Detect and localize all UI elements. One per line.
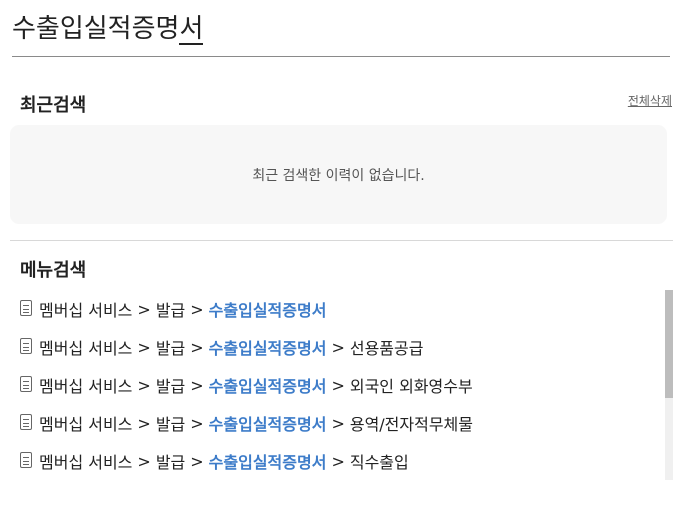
path-separator: > xyxy=(331,337,345,357)
document-icon xyxy=(20,414,32,430)
search-query-cursor-char: 서 xyxy=(179,14,204,45)
path-separator: > xyxy=(331,375,345,395)
document-icon xyxy=(20,300,32,316)
path-separator: > xyxy=(137,299,151,319)
path-match-highlight: 수출입실적증명서 xyxy=(208,339,327,358)
path-level-2: 발급 xyxy=(155,415,186,434)
menu-result-item[interactable]: 멤버십 서비스 > 발급 > 수출입실적증명서 > 외국인 외화영수부 xyxy=(20,366,660,404)
path-level-2: 발급 xyxy=(155,377,186,396)
path-separator: > xyxy=(331,451,345,471)
path-match-highlight: 수출입실적증명서 xyxy=(208,377,327,396)
document-icon xyxy=(20,338,32,354)
path-level-4: 외국인 외화영수부 xyxy=(349,377,473,396)
document-icon xyxy=(20,376,32,392)
path-separator: > xyxy=(137,375,151,395)
path-match-highlight: 수출입실적증명서 xyxy=(208,301,327,320)
search-page: 수출입실적증명서 최근검색 전체삭제 최근 검색한 이력이 없습니다. 메뉴검색… xyxy=(0,0,688,507)
menu-result-item[interactable]: 멤버십 서비스 > 발급 > 수출입실적증명서 > 직수출입 xyxy=(20,442,660,480)
menu-result-item[interactable]: 멤버십 서비스 > 발급 > 수출입실적증명서 > 용역/전자적무체물 xyxy=(20,404,660,442)
menu-result-item[interactable]: 멤버십 서비스 > 발급 > 수출입실적증명서 xyxy=(20,290,660,328)
path-level-1: 멤버십 서비스 xyxy=(39,453,133,472)
path-separator: > xyxy=(190,375,204,395)
path-level-4: 선용품공급 xyxy=(349,339,424,358)
section-divider xyxy=(10,240,673,241)
recent-search-panel: 최근 검색한 이력이 없습니다. xyxy=(10,125,667,224)
scrollbar-thumb[interactable] xyxy=(665,290,673,398)
path-separator: > xyxy=(137,337,151,357)
path-level-2: 발급 xyxy=(155,301,186,320)
clear-all-button[interactable]: 전체삭제 xyxy=(628,92,672,109)
search-bar[interactable]: 수출입실적증명서 xyxy=(12,0,670,57)
path-separator: > xyxy=(190,413,204,433)
path-level-1: 멤버십 서비스 xyxy=(39,415,133,434)
path-level-1: 멤버십 서비스 xyxy=(39,301,133,320)
path-separator: > xyxy=(190,337,204,357)
path-match-highlight: 수출입실적증명서 xyxy=(208,415,327,434)
recent-empty-message: 최근 검색한 이력이 없습니다. xyxy=(252,167,425,184)
menu-result-list: 멤버십 서비스 > 발급 > 수출입실적증명서 멤버십 서비스 > 발급 > 수… xyxy=(20,290,660,480)
menu-result-item[interactable]: 멤버십 서비스 > 발급 > 수출입실적증명서 > 선용품공급 xyxy=(20,328,660,366)
path-level-2: 발급 xyxy=(155,453,186,472)
path-level-4: 직수출입 xyxy=(349,453,409,472)
path-separator: > xyxy=(137,413,151,433)
path-separator: > xyxy=(190,451,204,471)
path-level-1: 멤버십 서비스 xyxy=(39,377,133,396)
path-match-highlight: 수출입실적증명서 xyxy=(208,453,327,472)
menu-search-title: 메뉴검색 xyxy=(20,260,87,281)
document-icon xyxy=(20,452,32,468)
path-level-2: 발급 xyxy=(155,339,186,358)
path-level-4: 용역/전자적무체물 xyxy=(349,415,473,434)
path-separator: > xyxy=(190,299,204,319)
path-level-1: 멤버십 서비스 xyxy=(39,339,133,358)
search-input[interactable]: 수출입실적증명서 xyxy=(12,8,204,45)
recent-search-title: 최근검색 xyxy=(20,95,87,116)
path-separator: > xyxy=(137,451,151,471)
search-query-text: 수출입실적증명 xyxy=(12,14,180,44)
path-separator: > xyxy=(331,413,345,433)
